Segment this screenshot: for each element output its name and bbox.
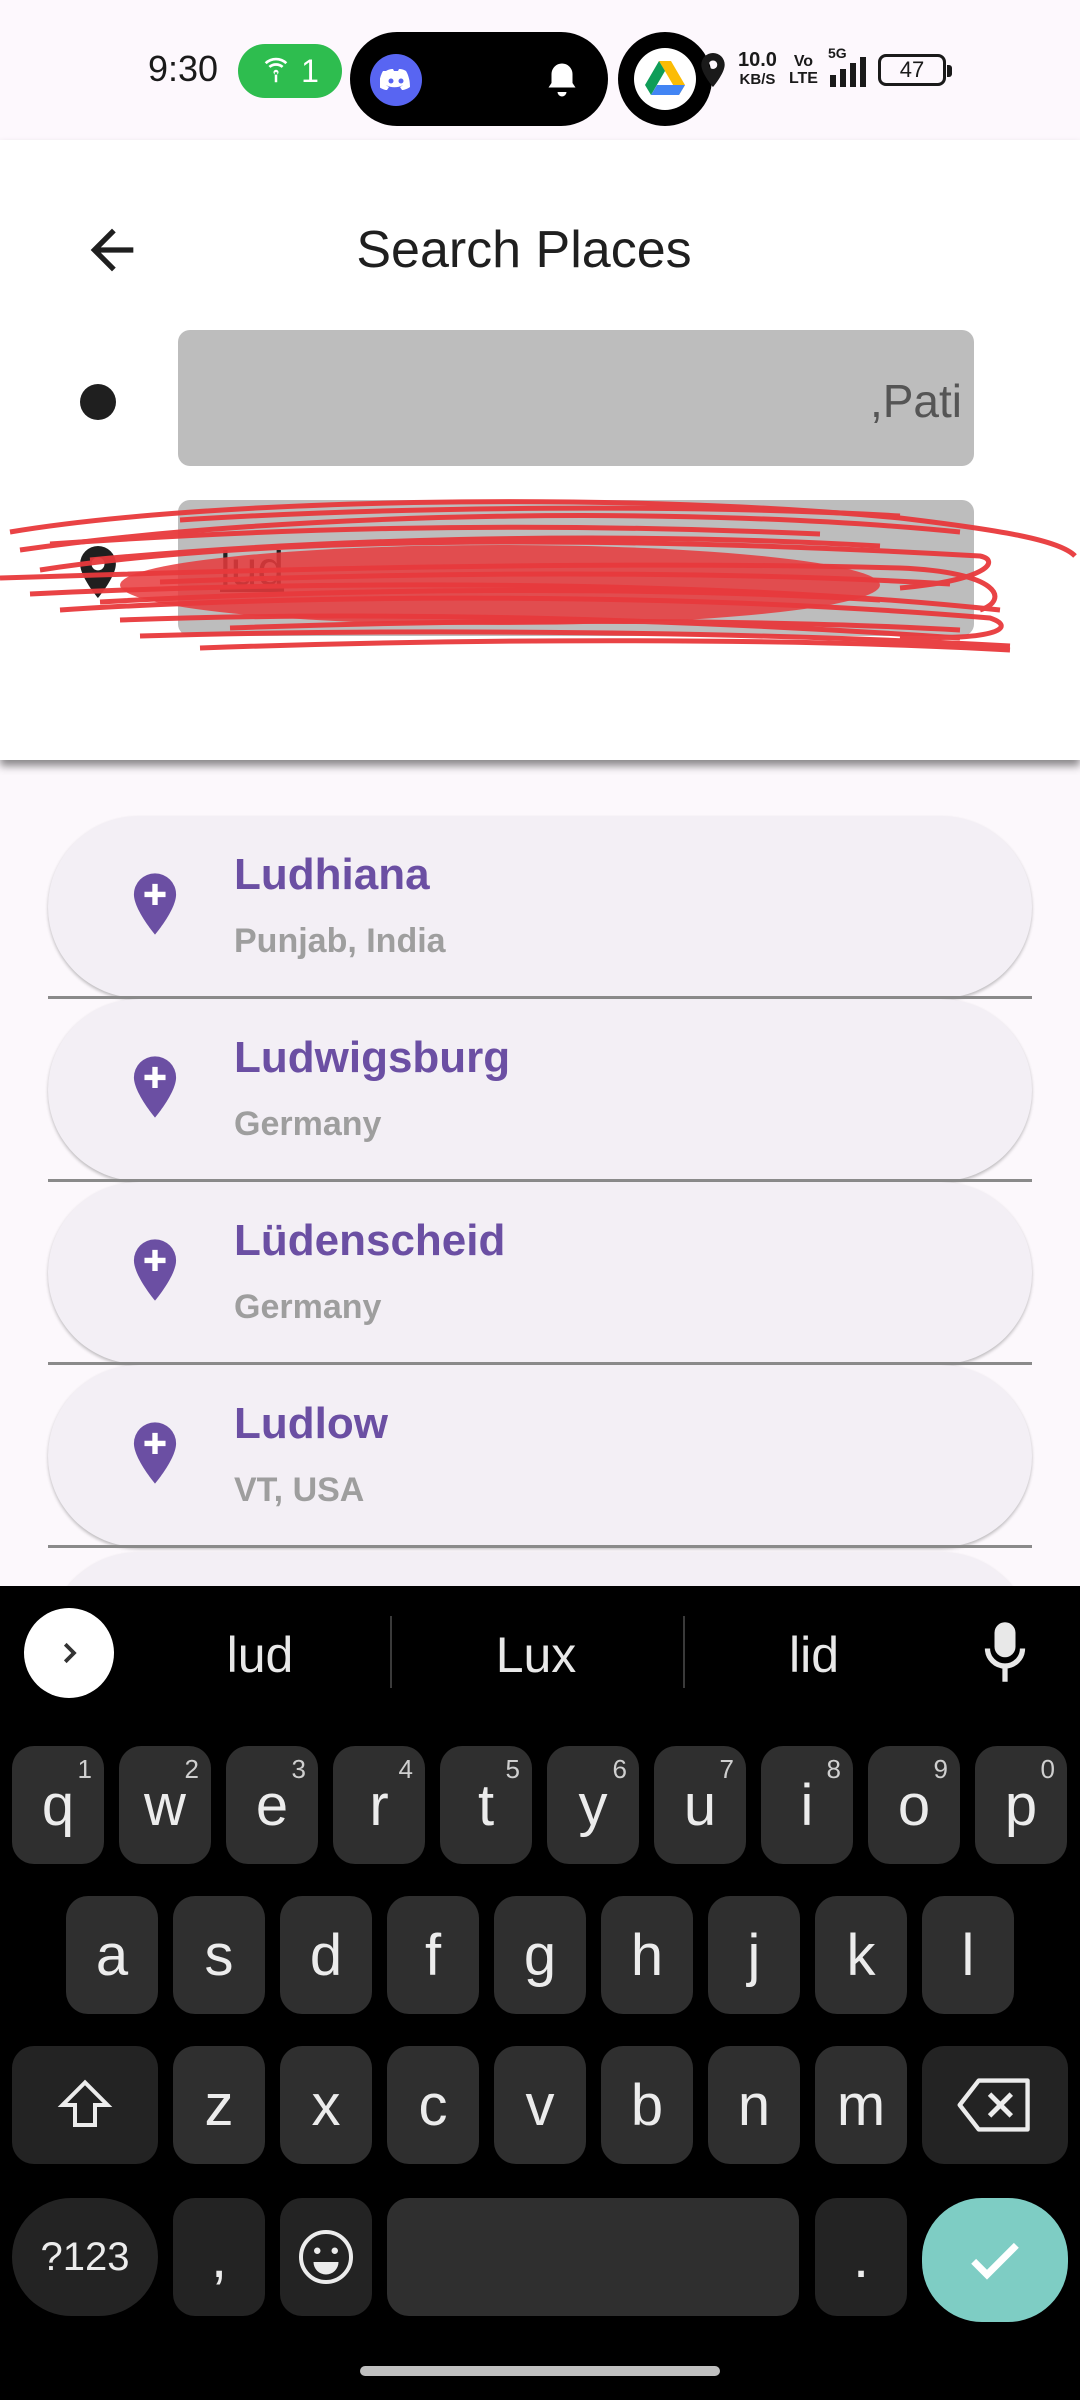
microphone-icon[interactable] (984, 1622, 1026, 1682)
key-c[interactable]: c (387, 2046, 479, 2164)
key-k[interactable]: k (815, 1896, 907, 2014)
divider (48, 1545, 1032, 1548)
keyboard: lud Lux lid q1 w2 e3 r4 t5 y6 u7 i8 o9 p… (0, 1586, 1080, 2400)
check-icon (971, 2242, 1019, 2280)
expand-toolbar-button[interactable] (24, 1608, 114, 1698)
add-location-pin-icon (133, 1422, 177, 1484)
key-v[interactable]: v (494, 2046, 586, 2164)
period-key[interactable]: . (815, 2198, 907, 2316)
circle-icon (80, 384, 116, 420)
list-item[interactable]: Lüdenscheid Germany (48, 1182, 1032, 1364)
result-title: Ludlow (234, 1399, 388, 1448)
key-z[interactable]: z (173, 2046, 265, 2164)
status-indicators: 10.0 KB/S Vo LTE 5G 47 (700, 45, 952, 90)
backspace-key[interactable] (922, 2046, 1068, 2164)
result-subtitle: Germany (234, 1105, 382, 1143)
drive-notification[interactable] (618, 32, 712, 126)
add-location-pin-icon (133, 873, 177, 935)
destination-input-value: lud (220, 543, 285, 596)
result-title: Ludwigsburg (234, 1033, 511, 1082)
shift-icon (57, 2079, 113, 2127)
add-location-pin-icon (133, 1056, 177, 1118)
key-i[interactable]: i8 (761, 1746, 853, 1864)
symbols-key[interactable]: ?123 (12, 2198, 158, 2316)
map-pin-icon (80, 546, 116, 598)
enter-key[interactable] (922, 2198, 1068, 2322)
page-title: Search Places (356, 221, 692, 279)
wifi-hotspot-icon (264, 57, 288, 83)
result-subtitle: Germany (234, 1288, 382, 1326)
suggestion-3[interactable]: lid (694, 1626, 934, 1684)
key-x[interactable]: x (280, 2046, 372, 2164)
origin-field-text: ,Pati (869, 375, 962, 427)
status-bar: 9:30 1 10.0 KB/S Vo LTE 5G 47 (0, 0, 1080, 140)
gesture-handle[interactable] (360, 2366, 720, 2376)
key-n[interactable]: n (708, 2046, 800, 2164)
net-speed: 10.0 KB/S (738, 49, 777, 88)
key-b[interactable]: b (601, 2046, 693, 2164)
dynamic-island[interactable] (350, 32, 608, 126)
origin-field[interactable]: ,Pati (178, 330, 974, 466)
result-subtitle: VT, USA (234, 1471, 365, 1509)
key-t[interactable]: t5 (440, 1746, 532, 1864)
suggestion-divider (683, 1616, 685, 1688)
status-time: 9:30 (148, 48, 219, 89)
shift-key[interactable] (12, 2046, 158, 2164)
key-o[interactable]: o9 (868, 1746, 960, 1864)
key-j[interactable]: j (708, 1896, 800, 2014)
key-m[interactable]: m (815, 2046, 907, 2164)
key-y[interactable]: y6 (547, 1746, 639, 1864)
result-title: Lüdenscheid (234, 1216, 506, 1265)
results-list: Ludhiana Punjab, India Ludwigsburg Germa… (0, 760, 1080, 1586)
key-s[interactable]: s (173, 1896, 265, 2014)
key-h[interactable]: h (601, 1896, 693, 2014)
emoji-key[interactable] (280, 2198, 372, 2316)
suggestion-2[interactable]: Lux (416, 1626, 656, 1684)
key-u[interactable]: u7 (654, 1746, 746, 1864)
discord-icon (370, 54, 422, 106)
key-a[interactable]: a (66, 1896, 158, 2014)
emoji-icon (299, 2230, 353, 2284)
hotspot-badge[interactable]: 1 (238, 44, 342, 98)
google-drive-icon (645, 61, 685, 95)
list-item[interactable]: Ludhiana Punjab, India (48, 816, 1032, 998)
battery-icon: 47 (877, 54, 952, 86)
suggestion-divider (390, 1616, 392, 1688)
key-w[interactable]: w2 (119, 1746, 211, 1864)
comma-key[interactable]: , (173, 2198, 265, 2316)
bell-icon (548, 63, 576, 97)
result-title: Ludhiana (234, 850, 430, 899)
list-item[interactable]: Ludlow VT, USA (48, 1365, 1032, 1547)
key-q[interactable]: q1 (12, 1746, 104, 1864)
key-d[interactable]: d (280, 1896, 372, 2014)
chevron-right-icon (63, 1642, 77, 1664)
signal-icon: 5G (828, 45, 866, 87)
key-p[interactable]: p0 (975, 1746, 1067, 1864)
list-item[interactable] (48, 1552, 1032, 1586)
backspace-icon (957, 2078, 1030, 2132)
key-e[interactable]: e3 (226, 1746, 318, 1864)
result-subtitle: Punjab, India (234, 922, 446, 960)
add-location-pin-icon (133, 1239, 177, 1301)
list-item[interactable]: Ludwigsburg Germany (48, 999, 1032, 1181)
destination-search-input[interactable]: lud (178, 500, 974, 636)
key-l[interactable]: l (922, 1896, 1014, 2014)
space-key[interactable] (387, 2198, 799, 2316)
volte-indicator: Vo LTE (788, 53, 818, 87)
location-icon (701, 53, 725, 87)
search-panel: Search Places ,Pati lud (0, 140, 1080, 760)
hotspot-count: 1 (301, 52, 319, 89)
key-r[interactable]: r4 (333, 1746, 425, 1864)
key-f[interactable]: f (387, 1896, 479, 2014)
suggestion-1[interactable]: lud (140, 1626, 380, 1684)
key-g[interactable]: g (494, 1896, 586, 2014)
